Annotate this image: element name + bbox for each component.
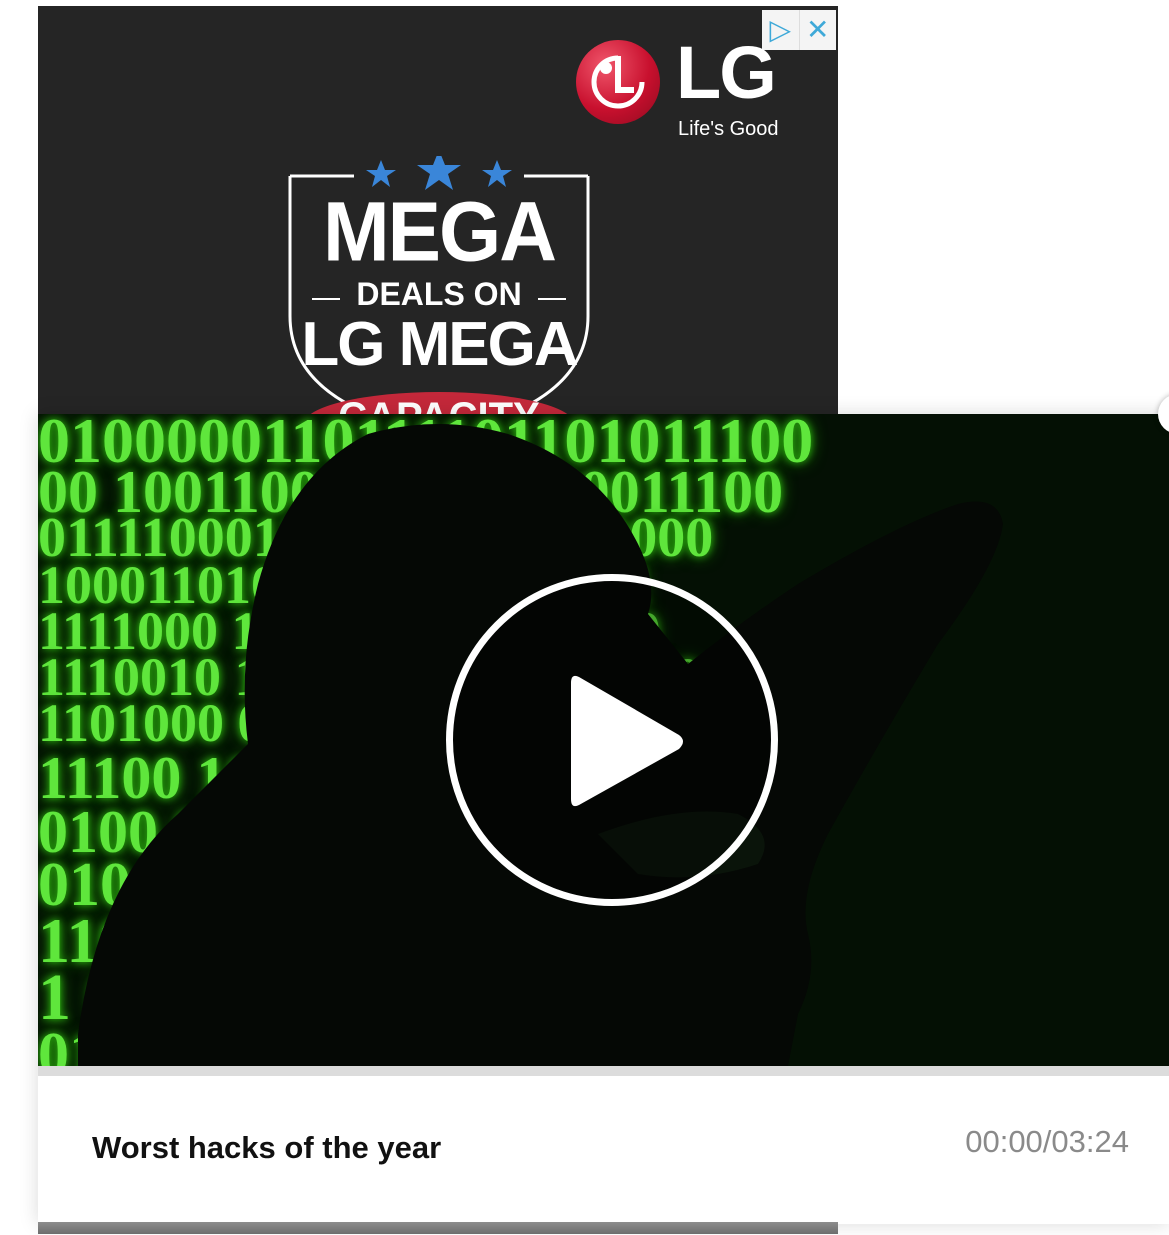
ad-subline: DEALS ON bbox=[356, 276, 522, 312]
time-current: 00:00 bbox=[965, 1124, 1043, 1159]
time-total: 03:24 bbox=[1051, 1124, 1129, 1159]
lg-tagline: Life's Good bbox=[678, 118, 779, 140]
next-content-thumbnail[interactable] bbox=[38, 1222, 838, 1234]
video-frame[interactable]: 0100000110111101101011100 00 10011000011… bbox=[38, 414, 1169, 1066]
ad-headline: MEGA bbox=[323, 184, 557, 279]
ad-product: LG MEGA bbox=[301, 310, 578, 379]
play-button[interactable] bbox=[446, 574, 778, 906]
video-timer: 00:00/03:24 bbox=[965, 1124, 1129, 1160]
ad-banner[interactable]: ▷ ✕ LG Life's Good MEGA DEALS ON LG MEGA… bbox=[38, 6, 838, 426]
mega-deals-badge: MEGA DEALS ON LG MEGA CAPACITY bbox=[284, 156, 594, 426]
lg-wordmark: LG bbox=[676, 31, 777, 114]
lg-logo-icon bbox=[576, 40, 660, 124]
play-icon bbox=[571, 675, 683, 807]
lg-logo: LG Life's Good bbox=[576, 36, 806, 150]
video-title: Worst hacks of the year bbox=[92, 1130, 442, 1165]
video-player: 0100000110111101101011100 00 10011000011… bbox=[38, 414, 1169, 1234]
video-progress-bar[interactable] bbox=[38, 1066, 1169, 1076]
